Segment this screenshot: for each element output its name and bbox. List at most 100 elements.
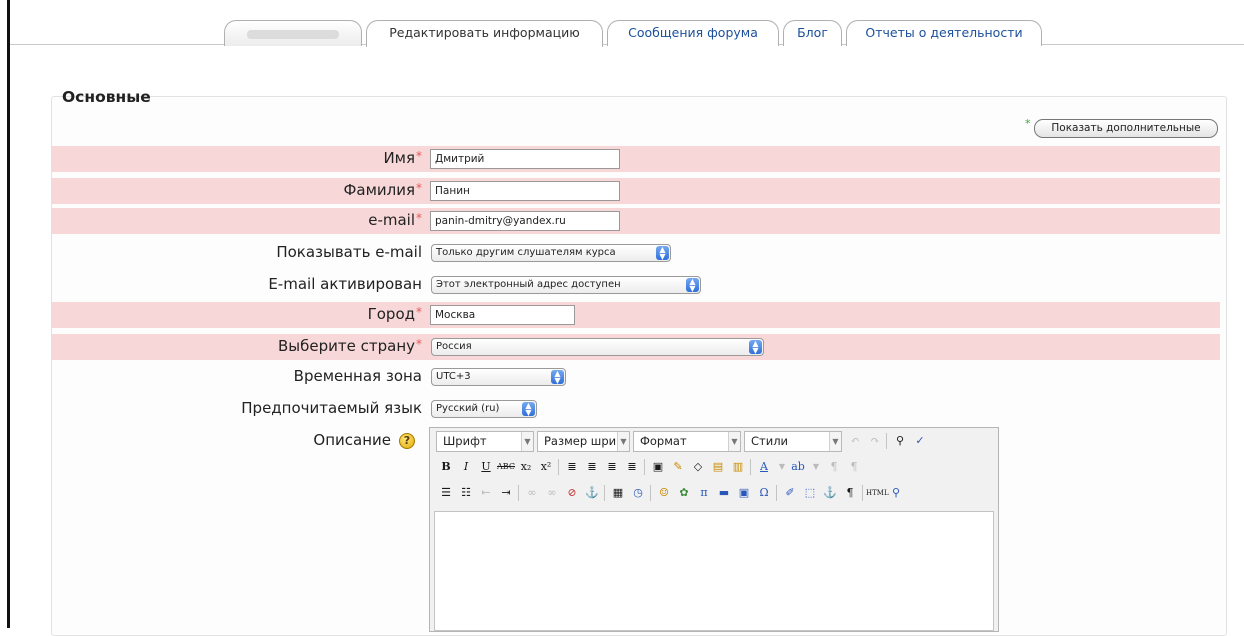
html-source-icon[interactable]: HTML: [866, 483, 889, 503]
country-select[interactable]: Россия ▲ ▼: [431, 338, 764, 356]
tab-blank-label: [247, 30, 339, 39]
tab-blog[interactable]: Блог: [783, 20, 842, 46]
tab-forum-posts[interactable]: Сообщения форума: [607, 20, 779, 46]
timezone-select[interactable]: UTC+3 ▲ ▼: [431, 368, 566, 386]
tab-bar: Редактировать информацию Сообщения форум…: [10, 0, 1244, 47]
timezone-label: Временная зона: [293, 367, 422, 385]
toolbar-separator: [776, 485, 777, 501]
row-city: Город* Москва: [52, 302, 1220, 328]
eraser-icon[interactable]: ◇: [688, 457, 708, 477]
tab-activity-reports[interactable]: Отчеты о деятельности: [846, 20, 1042, 46]
font-size-combo-label: Размер шри: [544, 434, 617, 448]
edit-icon[interactable]: ✐: [780, 483, 800, 503]
font-family-combo[interactable]: Шрифт ▼: [436, 431, 534, 452]
special-char-icon[interactable]: Ω: [754, 483, 774, 503]
nolink-icon[interactable]: ⊘: [562, 483, 582, 503]
email-active-value: Этот электронный адрес доступен: [436, 279, 621, 290]
visual-aid-icon[interactable]: ⬚: [800, 483, 820, 503]
editor-toolbar-row-2: B I U ABC x₂ x² ≣ ≣ ≣ ≣ ▣ ✎ ◇ ▤ ▥ A ▼ ab…: [434, 455, 994, 479]
align-left-icon[interactable]: ≣: [562, 457, 582, 477]
spellcheck-icon[interactable]: ✓: [910, 431, 930, 451]
search-icon[interactable]: ⚲: [886, 483, 906, 503]
subscript-icon[interactable]: x₂: [516, 457, 536, 477]
row-last-name: Фамилия* Панин: [52, 178, 1220, 204]
redo-icon[interactable]: ↷: [865, 431, 885, 451]
dropdown-arrow-icon[interactable]: ▼: [806, 457, 826, 477]
editor-toolbar-row-1: Шрифт ▼ Размер шри ▼ Формат ▼ Стили ▼ ↶ ↷ ⚲ …: [434, 429, 994, 453]
undo-icon[interactable]: ↶: [845, 431, 865, 451]
editor-text-area[interactable]: [434, 511, 994, 631]
last-name-input[interactable]: Панин: [430, 181, 620, 201]
format-combo-label: Формат: [640, 434, 687, 448]
select-arrows-icon: ▲ ▼: [522, 402, 535, 417]
align-right-icon[interactable]: ≣: [602, 457, 622, 477]
select-arrows-icon: ▲ ▼: [656, 246, 669, 261]
text-color-icon[interactable]: A: [754, 457, 774, 477]
email-active-select[interactable]: Этот электронный адрес доступен ▲ ▼: [431, 276, 701, 294]
toolbar-separator: [650, 485, 651, 501]
link-icon[interactable]: ∞: [522, 483, 542, 503]
format-combo[interactable]: Формат ▼: [633, 431, 741, 452]
outdent-icon[interactable]: ⇤: [476, 483, 496, 503]
numbered-list-icon[interactable]: ☷: [456, 483, 476, 503]
rich-text-editor: Шрифт ▼ Размер шри ▼ Формат ▼ Стили ▼ ↶ ↷ ⚲ …: [429, 427, 999, 632]
font-size-combo[interactable]: Размер шри ▼: [537, 431, 630, 452]
find-icon[interactable]: ⚲: [890, 431, 910, 451]
anchor-icon[interactable]: ⚓: [582, 483, 602, 503]
row-show-email: Показывать e-mail Только другим слушател…: [52, 240, 1220, 266]
help-icon[interactable]: ?: [399, 432, 415, 449]
show-email-value: Только другим слушателям курса: [436, 247, 616, 258]
toolbar-separator: [518, 485, 519, 501]
toolbar-separator: [558, 459, 559, 475]
ltr-icon[interactable]: ¶: [824, 457, 844, 477]
paragraph-icon[interactable]: ¶: [840, 483, 860, 503]
strikethrough-icon[interactable]: ABC: [496, 457, 516, 477]
rtl-icon[interactable]: ¶: [844, 457, 864, 477]
indent-icon[interactable]: ⇥: [496, 483, 516, 503]
underline-icon[interactable]: U: [476, 457, 496, 477]
styles-combo[interactable]: Стили ▼: [744, 431, 842, 452]
align-center-icon[interactable]: ≣: [582, 457, 602, 477]
highlight-color-icon[interactable]: ab: [788, 457, 808, 477]
align-justify-icon[interactable]: ≣: [622, 457, 642, 477]
first-name-label: Имя*: [383, 149, 422, 167]
insert-time-icon[interactable]: ◷: [628, 483, 648, 503]
equation-icon[interactable]: π: [694, 483, 714, 503]
show-email-select[interactable]: Только другим слушателям курса ▲ ▼: [431, 244, 671, 262]
toolbar-separator: [862, 485, 863, 501]
paste-text-icon[interactable]: ▤: [708, 457, 728, 477]
select-all-icon[interactable]: ▣: [648, 457, 668, 477]
media-icon[interactable]: ▣: [734, 483, 754, 503]
superscript-icon[interactable]: x²: [536, 457, 556, 477]
email-input[interactable]: panin-dmitry@yandex.ru: [430, 211, 620, 231]
italic-icon[interactable]: I: [456, 457, 476, 477]
tab-edit-profile[interactable]: Редактировать информацию: [366, 20, 603, 47]
first-name-input[interactable]: Дмитрий: [430, 149, 620, 169]
row-language: Предпочитаемый язык Русский (ru) ▲ ▼: [52, 396, 1220, 422]
clean-format-icon[interactable]: ✎: [668, 457, 688, 477]
country-value: Россия: [436, 341, 472, 352]
editor-toolbar-row-3: ☰ ☷ ⇤ ⇥ ∞ ∞ ⊘ ⚓ ▦ ◷ ☺ ✿ π ▬ ▣ Ω ✐ ⬚ ⚓ ¶ …: [434, 481, 994, 505]
anchor-dim-icon[interactable]: ⚓: [820, 483, 840, 503]
select-arrows-icon: ▲ ▼: [686, 278, 699, 293]
styles-combo-label: Стили: [751, 434, 789, 448]
bold-icon[interactable]: B: [436, 457, 456, 477]
last-name-label: Фамилия*: [343, 181, 422, 199]
font-family-combo-label: Шрифт: [443, 434, 487, 448]
select-arrows-icon: ▲ ▼: [551, 370, 564, 385]
country-label: Выберите страну*: [278, 337, 422, 355]
row-country: Выберите страну* Россия ▲ ▼: [52, 334, 1220, 360]
dropdown-arrow-icon: ▼: [728, 432, 740, 451]
insert-image-icon[interactable]: ✿: [674, 483, 694, 503]
horizontal-rule-icon[interactable]: ▬: [714, 483, 734, 503]
paste-word-icon[interactable]: ▥: [728, 457, 748, 477]
advanced-required-marker: *: [1025, 117, 1031, 130]
tab-profile[interactable]: [224, 20, 362, 46]
unlink-icon[interactable]: ∞: [542, 483, 562, 503]
bullet-list-icon[interactable]: ☰: [436, 483, 456, 503]
insert-date-icon[interactable]: ▦: [608, 483, 628, 503]
emoticon-icon[interactable]: ☺: [654, 483, 674, 503]
show-advanced-button[interactable]: Показать дополнительные: [1034, 119, 1218, 138]
city-input[interactable]: Москва: [430, 305, 575, 325]
language-select[interactable]: Русский (ru) ▲ ▼: [431, 400, 537, 418]
